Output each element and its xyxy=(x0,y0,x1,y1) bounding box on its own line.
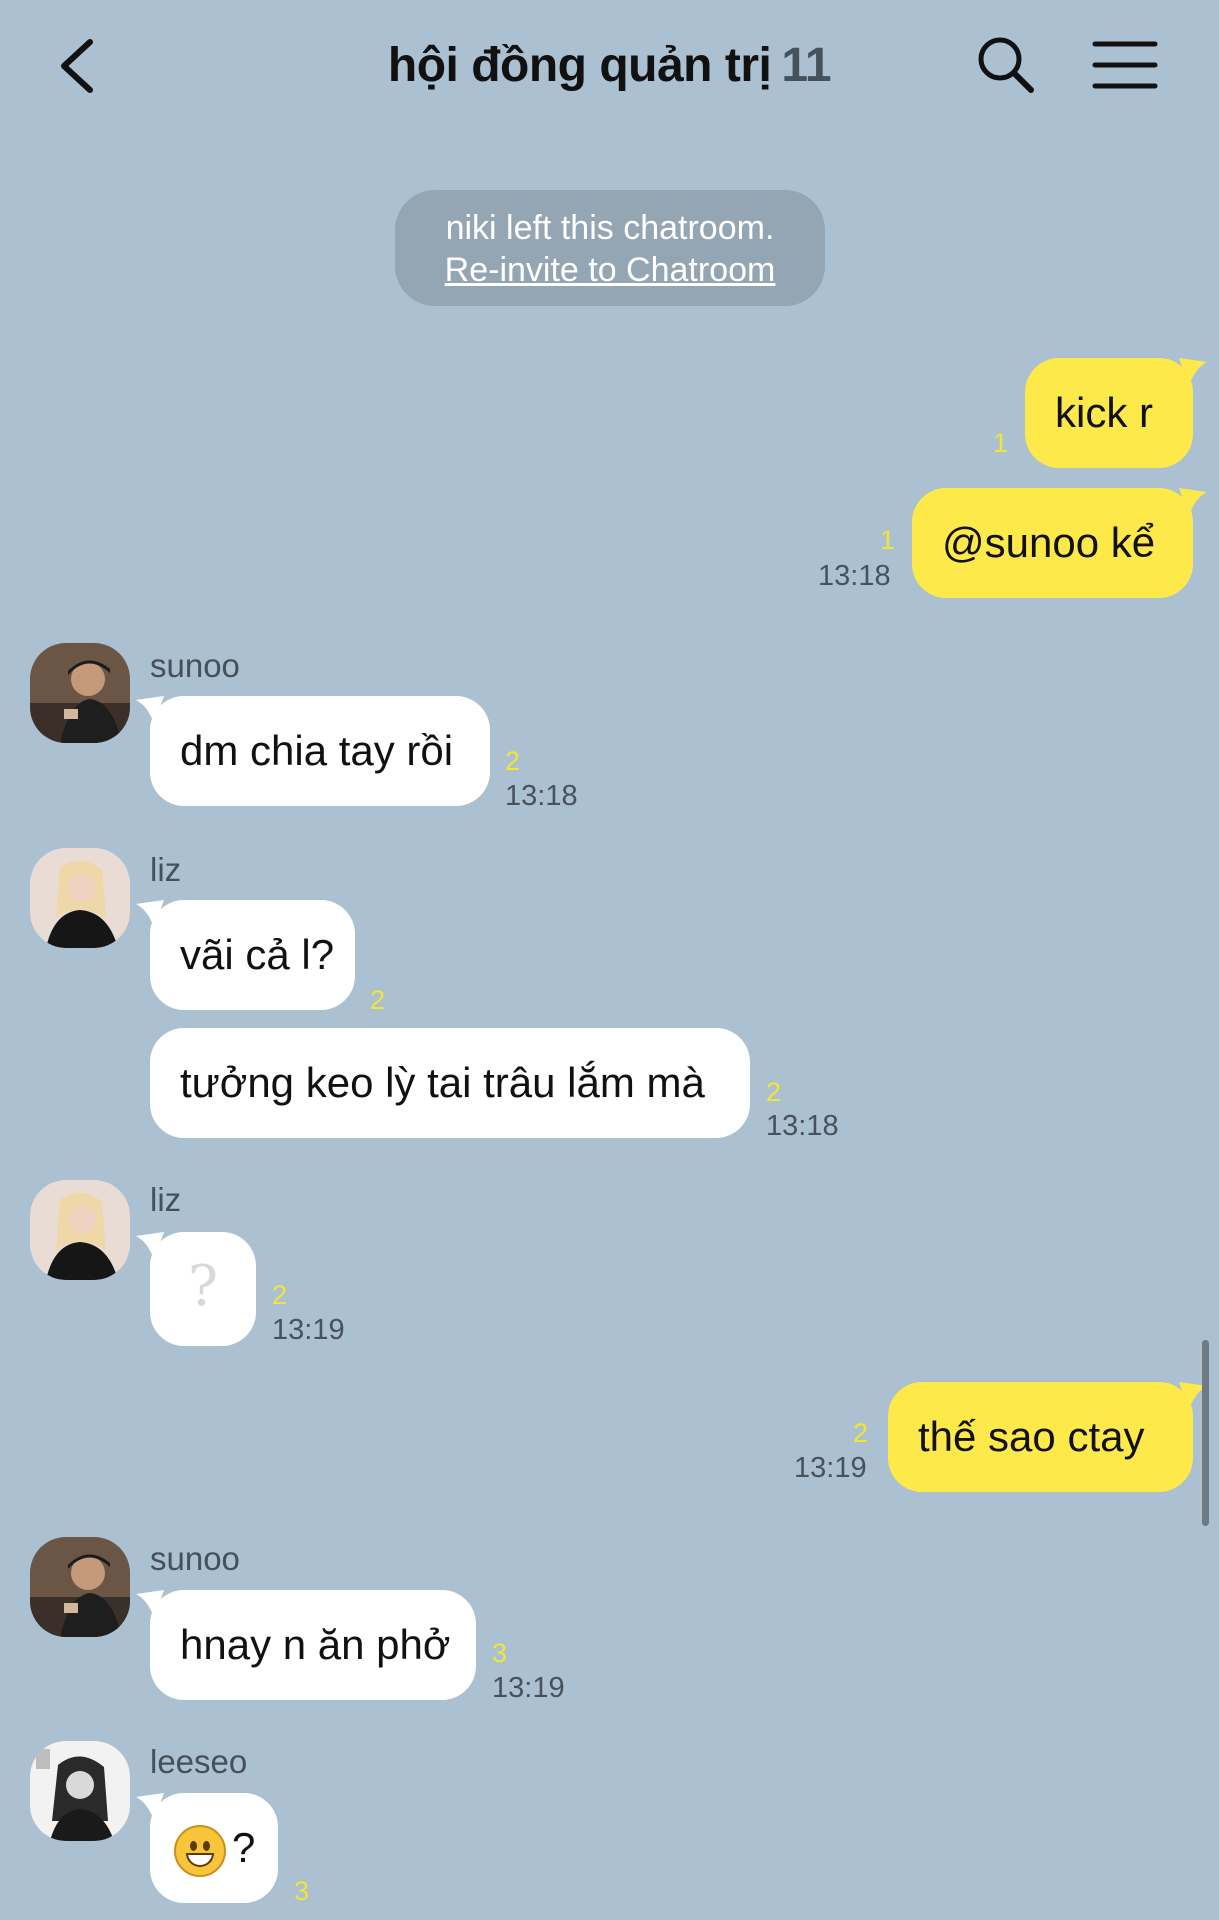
bubble-tail xyxy=(136,696,164,724)
bubble-tail xyxy=(1179,358,1207,386)
system-notice: niki left this chatroom. Re-invite to Ch… xyxy=(395,190,825,306)
system-notice-text: niki left this chatroom. xyxy=(445,209,775,247)
sender-name: liz xyxy=(150,1181,182,1218)
message-bubble[interactable]: dm chia tay rồi xyxy=(136,696,490,806)
unread-count: 2 xyxy=(272,1280,288,1310)
bubble-tail xyxy=(136,900,164,928)
member-count: 11 xyxy=(781,39,832,92)
message-text: hnay n ăn phở xyxy=(180,1621,451,1668)
message-bubble[interactable]: vãi cả l? xyxy=(136,900,355,1010)
message-text: @sunoo kể xyxy=(942,519,1156,566)
unread-count: 2 xyxy=(766,1077,782,1107)
reinvite-link[interactable]: Re-invite to Chatroom xyxy=(445,249,776,291)
bubble-tail xyxy=(136,1793,164,1821)
unread-count: 1 xyxy=(880,525,896,555)
sender-name: leeseo xyxy=(150,1743,248,1780)
unsupported-sticker-placeholder: ? xyxy=(187,1254,219,1319)
avatar-image xyxy=(30,643,130,743)
message-text: vãi cả l? xyxy=(180,931,335,978)
message-bubble[interactable]: hnay n ăn phở xyxy=(136,1590,476,1700)
avatar-image xyxy=(30,1741,130,1841)
avatar-image xyxy=(30,1180,130,1280)
my-message-bubble[interactable]: @sunoo kể xyxy=(912,488,1207,598)
avatar[interactable] xyxy=(30,1741,130,1841)
message-time: 13:19 xyxy=(272,1314,345,1346)
bubble-tail xyxy=(1179,488,1207,516)
sender-name: sunoo xyxy=(150,1540,240,1577)
bubble-tail xyxy=(136,1590,164,1618)
message-text: tưởng keo lỳ tai trâu lắm mà xyxy=(180,1059,705,1106)
message-time: 13:18 xyxy=(766,1110,839,1142)
unread-count: 2 xyxy=(370,985,386,1015)
search-button[interactable] xyxy=(975,34,1037,96)
menu-icon xyxy=(1092,41,1158,89)
avatar-image xyxy=(30,848,130,948)
message-time: 13:19 xyxy=(794,1452,867,1484)
message-text: kick r xyxy=(1055,389,1153,436)
avatar[interactable] xyxy=(30,848,130,948)
message-bubble[interactable]: ? xyxy=(136,1232,256,1346)
grinning-face-emoji xyxy=(174,1824,226,1877)
search-icon xyxy=(978,37,1034,93)
sender-name: liz xyxy=(150,851,182,888)
unread-count: 1 xyxy=(993,428,1009,458)
message-bubble[interactable]: ? xyxy=(136,1793,278,1903)
avatar[interactable] xyxy=(30,1180,130,1280)
scrollbar[interactable] xyxy=(1202,1340,1209,1526)
chat-name: hội đồng quản trị xyxy=(387,39,772,92)
message-bubble[interactable]: tưởng keo lỳ tai trâu lắm mà xyxy=(150,1028,750,1138)
sender-name: sunoo xyxy=(150,647,240,684)
unread-count: 2 xyxy=(853,1418,869,1448)
menu-button[interactable] xyxy=(1092,36,1158,94)
avatar[interactable] xyxy=(30,1537,130,1637)
message-text: dm chia tay rồi xyxy=(180,727,454,774)
avatar-image xyxy=(30,1537,130,1637)
message-time: 13:19 xyxy=(492,1672,565,1704)
my-message-bubble[interactable]: thế sao ctay xyxy=(888,1382,1207,1492)
message-text: thế sao ctay xyxy=(918,1413,1145,1460)
message-text: ? xyxy=(232,1824,256,1871)
bubble-tail xyxy=(136,1232,164,1260)
unread-count: 3 xyxy=(294,1876,310,1906)
my-message-bubble[interactable]: kick r xyxy=(1025,358,1207,468)
unread-count: 3 xyxy=(492,1638,508,1668)
chat-header: hội đồng quản trị 11 xyxy=(0,0,1219,130)
unread-count: 2 xyxy=(505,746,521,776)
avatar[interactable] xyxy=(30,643,130,743)
message-time: 13:18 xyxy=(505,780,578,812)
message-time: 13:18 xyxy=(818,560,891,592)
